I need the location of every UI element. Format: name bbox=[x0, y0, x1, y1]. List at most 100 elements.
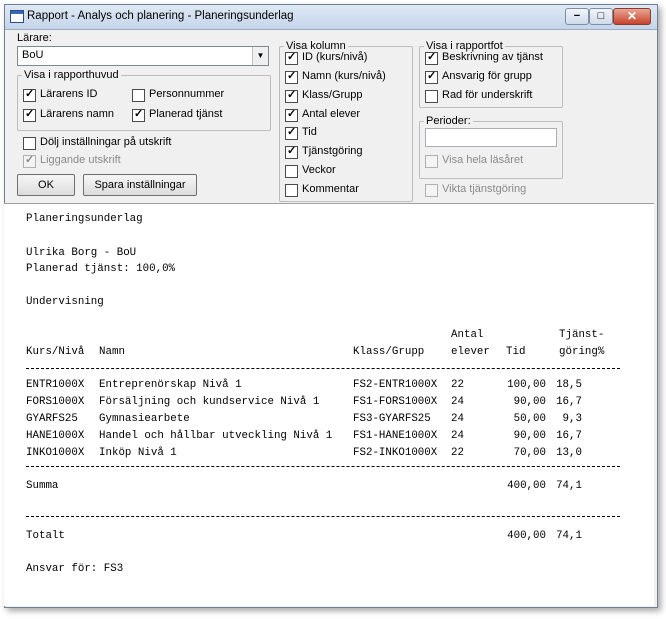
row-kurs: HANE1000X bbox=[26, 430, 85, 442]
app-icon bbox=[10, 10, 24, 23]
row-kurs: FORS1000X bbox=[26, 396, 85, 408]
teacher-id-label: Lärarens ID bbox=[40, 88, 98, 100]
totalt-tid: 400,00 bbox=[507, 530, 546, 542]
header-klass: Klass/Grupp bbox=[353, 346, 425, 358]
header-antal-top: Antal bbox=[451, 329, 484, 341]
periods-input[interactable] bbox=[425, 128, 557, 147]
row-elever: 24 bbox=[451, 430, 464, 442]
row-kurs: INKO1000X bbox=[26, 447, 85, 459]
periods-group: Perioder: bbox=[419, 115, 563, 179]
row-tid: 90,00 bbox=[513, 430, 546, 442]
row-tjanst: 16,7 bbox=[556, 430, 582, 442]
row-elever: 22 bbox=[451, 447, 464, 459]
separator-line bbox=[26, 516, 620, 517]
row-elever: 24 bbox=[451, 396, 464, 408]
column-comment-label: Kommentar bbox=[302, 183, 359, 195]
row-namn: Inköp Nivå 1 bbox=[99, 447, 177, 459]
column-time-label: Tid bbox=[302, 126, 317, 138]
report-preview[interactable]: Planeringsunderlag Ulrika Borg - BoU Pla… bbox=[4, 203, 654, 606]
report-title: Planeringsunderlag bbox=[26, 213, 143, 225]
row-namn: Gymnasiearbete bbox=[99, 413, 190, 425]
row-tjanst: 13,0 bbox=[556, 447, 582, 459]
header-namn: Namn bbox=[99, 346, 125, 358]
report-planned-line: Planerad tjänst: 100,0% bbox=[26, 263, 176, 275]
column-id-checkbox[interactable] bbox=[285, 50, 298, 65]
totalt-tjanst: 74,1 bbox=[556, 530, 582, 542]
landscape-label: Liggande utskrift bbox=[40, 154, 121, 166]
row-tid: 90,00 bbox=[513, 396, 546, 408]
row-namn: Entreprenörskap Nivå 1 bbox=[99, 379, 242, 391]
personnummer-checkbox[interactable] bbox=[132, 89, 145, 102]
teacher-id-checkbox[interactable] bbox=[23, 87, 36, 102]
maximize-button[interactable]: □ bbox=[589, 8, 613, 25]
column-service-label: Tjänstgöring bbox=[302, 145, 363, 157]
maximize-icon: □ bbox=[597, 10, 605, 22]
summa-tid: 400,00 bbox=[507, 480, 546, 492]
row-kurs: ENTR1000X bbox=[26, 379, 85, 391]
chevron-down-icon[interactable]: ▼ bbox=[252, 47, 268, 65]
header-kurs: Kurs/Nivå bbox=[26, 346, 85, 358]
summa-tjanst: 74,1 bbox=[556, 480, 582, 492]
service-description-label: Beskrivning av tjänst bbox=[442, 51, 543, 63]
column-name-checkbox[interactable] bbox=[285, 69, 298, 84]
column-time-checkbox[interactable] bbox=[285, 125, 298, 140]
column-name-label: Namn (kurs/nivå) bbox=[302, 70, 386, 82]
column-students-label: Antal elever bbox=[302, 108, 361, 120]
column-class-label: Klass/Grupp bbox=[302, 89, 363, 101]
separator-line bbox=[26, 368, 620, 369]
teacher-name-checkbox[interactable] bbox=[23, 107, 36, 122]
column-comment-checkbox[interactable] bbox=[285, 184, 298, 197]
planned-service-label: Planerad tjänst bbox=[149, 108, 223, 120]
row-tjanst: 16,7 bbox=[556, 396, 582, 408]
row-tjanst: 18,5 bbox=[556, 379, 582, 391]
minimize-button[interactable]: − bbox=[565, 8, 589, 25]
ok-button[interactable]: OK bbox=[17, 174, 75, 196]
personnummer-label: Personnummer bbox=[149, 88, 225, 100]
landscape-checkbox[interactable] bbox=[23, 153, 36, 168]
hide-settings-label: Dölj inställningar på utskrift bbox=[40, 136, 172, 148]
window-title: Rapport - Analys och planering - Planeri… bbox=[27, 10, 294, 22]
header-tjanst-top: Tjänst- bbox=[559, 329, 605, 341]
column-weeks-label: Veckor bbox=[302, 164, 336, 176]
report-section-title: Undervisning bbox=[26, 296, 104, 308]
title-bar[interactable]: Rapport - Analys och planering - Planeri… bbox=[5, 5, 657, 30]
row-kurs: GYARFS25 bbox=[26, 413, 78, 425]
weighted-service-checkbox[interactable] bbox=[425, 184, 438, 197]
periods-group-legend: Perioder: bbox=[426, 115, 471, 127]
column-students-checkbox[interactable] bbox=[285, 107, 298, 122]
columns-group: Visa kolumn bbox=[279, 40, 413, 202]
column-weeks-checkbox[interactable] bbox=[285, 165, 298, 178]
row-elever: 22 bbox=[451, 379, 464, 391]
row-klass: FS1-HANE1000X bbox=[353, 430, 438, 442]
group-responsible-label: Ansvarig för grupp bbox=[442, 70, 532, 82]
whole-year-label: Visa hela läsåret bbox=[442, 154, 524, 166]
close-button[interactable]: ✕ bbox=[613, 8, 651, 25]
report-teacher-line: Ulrika Borg - BoU bbox=[26, 247, 137, 259]
totalt-label: Totalt bbox=[26, 530, 65, 542]
signature-row-checkbox[interactable] bbox=[425, 90, 438, 103]
teacher-select[interactable]: BoU ▼ bbox=[17, 46, 269, 66]
minimize-icon: − bbox=[573, 10, 581, 22]
save-settings-button[interactable]: Spara inställningar bbox=[83, 174, 197, 196]
report-responsible-line: Ansvar för: FS3 bbox=[26, 563, 124, 575]
service-description-checkbox[interactable] bbox=[425, 50, 438, 65]
separator-line bbox=[26, 466, 620, 467]
weighted-service-label: Vikta tjänstgöring bbox=[442, 183, 527, 195]
header-antal-bottom: elever bbox=[451, 346, 490, 358]
close-icon: ✕ bbox=[626, 9, 638, 23]
column-class-checkbox[interactable] bbox=[285, 88, 298, 103]
group-responsible-checkbox[interactable] bbox=[425, 69, 438, 84]
summa-label: Summa bbox=[26, 480, 59, 492]
row-elever: 24 bbox=[451, 413, 464, 425]
row-namn: Försäljning och kundservice Nivå 1 bbox=[99, 396, 320, 408]
column-service-checkbox[interactable] bbox=[285, 144, 298, 159]
planned-service-checkbox[interactable] bbox=[132, 107, 145, 122]
header-tid: Tid bbox=[506, 346, 526, 358]
header-group-legend: Visa i rapporthuvud bbox=[24, 69, 119, 81]
hide-settings-checkbox[interactable] bbox=[23, 137, 36, 150]
signature-row-label: Rad för underskrift bbox=[442, 89, 533, 101]
teacher-select-value: BoU bbox=[22, 49, 44, 61]
row-tid: 70,00 bbox=[513, 447, 546, 459]
whole-year-checkbox[interactable] bbox=[425, 155, 438, 168]
row-tjanst: 9,3 bbox=[562, 413, 582, 425]
